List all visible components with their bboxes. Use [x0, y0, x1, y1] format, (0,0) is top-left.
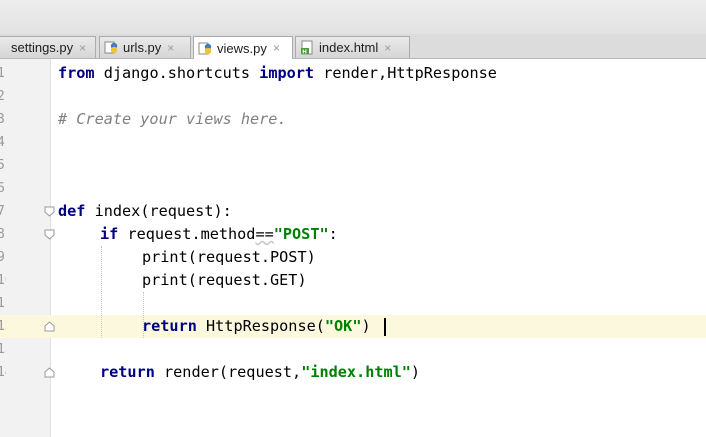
- keyword: from: [58, 64, 95, 82]
- line-number: 5: [0, 158, 5, 173]
- close-icon[interactable]: ×: [79, 41, 86, 55]
- line-number: 12: [0, 319, 6, 334]
- line-number: 9: [0, 250, 5, 265]
- tab-label: settings.py: [11, 40, 74, 55]
- indent-guide: [101, 246, 102, 338]
- code-line-12: return HttpResponse("OK"): [142, 315, 371, 338]
- function-name: index: [85, 202, 141, 220]
- code-line-9: print(request.POST): [142, 246, 316, 269]
- window-titlebar: [0, 0, 706, 35]
- close-icon[interactable]: ×: [167, 41, 174, 55]
- line-number: 13: [0, 342, 6, 357]
- fold-collapse-icon[interactable]: [44, 229, 55, 240]
- code-text: ): [361, 317, 371, 335]
- code-text: print(request.POST): [142, 248, 316, 266]
- close-icon[interactable]: ×: [273, 41, 280, 55]
- code-text: HttpResponse(: [196, 317, 325, 335]
- code-text: request.method: [118, 225, 256, 243]
- line-number: 8: [0, 227, 5, 242]
- text-caret: [384, 318, 386, 336]
- tab-views-py[interactable]: views.py ×: [193, 36, 293, 59]
- tab-label: views.py: [217, 40, 267, 56]
- line-number: 11: [0, 296, 6, 311]
- tab-urls-py[interactable]: urls.py ×: [99, 36, 191, 58]
- code-editor[interactable]: 1 2 3 4 5 6 7 8 9 10 11 12 13 14 from dj…: [0, 59, 706, 437]
- svg-text:H: H: [302, 49, 307, 55]
- line-number: 6: [0, 181, 5, 196]
- code-text: render(request,: [154, 363, 302, 381]
- code-line-14: return render(request,"index.html"): [100, 361, 420, 384]
- string-literal: "OK": [324, 317, 362, 335]
- close-icon[interactable]: ×: [384, 41, 391, 55]
- python-file-icon: [104, 41, 118, 54]
- keyword: return: [142, 317, 197, 335]
- line-number: 3: [0, 112, 5, 127]
- line-number: 7: [0, 204, 5, 219]
- keyword: def: [58, 202, 86, 220]
- tab-settings-py[interactable]: settings.py ×: [0, 36, 96, 58]
- code-line-7: def index(request):: [58, 200, 232, 223]
- code-text: django.shortcuts: [94, 64, 260, 82]
- keyword: import: [259, 64, 315, 82]
- code-text: render,HttpResponse: [314, 64, 497, 82]
- tab-index-html[interactable]: H index.html ×: [295, 36, 410, 58]
- fold-end-icon[interactable]: [44, 367, 55, 378]
- code-text: print(request.GET): [142, 271, 307, 289]
- editor-tab-bar: settings.py × urls.py × views.py × H ind…: [0, 34, 706, 59]
- tab-label: index.html: [319, 40, 379, 55]
- code-line-3: # Create your views here.: [58, 108, 287, 131]
- string-literal: "index.html": [301, 363, 411, 381]
- line-number: 10: [0, 273, 6, 288]
- keyword: return: [100, 363, 155, 381]
- line-number: 14: [0, 365, 6, 380]
- fold-collapse-icon[interactable]: [44, 206, 55, 217]
- code-text: :: [328, 225, 338, 243]
- line-number-gutter: [0, 59, 51, 437]
- line-number: 2: [0, 89, 5, 104]
- line-number: 1: [0, 66, 5, 81]
- code-line-8: if request.method=="POST":: [100, 223, 338, 246]
- code-comment: # Create your views here.: [58, 110, 287, 128]
- python-file-icon: [198, 42, 212, 54]
- code-operator: ==: [255, 225, 274, 243]
- code-text: (request):: [140, 202, 232, 220]
- code-line-10: print(request.GET): [142, 269, 307, 292]
- string-literal: "POST": [273, 225, 329, 243]
- keyword: if: [100, 225, 119, 243]
- line-number: 4: [0, 135, 5, 150]
- html-file-icon: H: [301, 40, 313, 55]
- code-text: ): [410, 363, 421, 381]
- code-line-1: from django.shortcuts import render,Http…: [58, 62, 497, 85]
- tab-label: urls.py: [123, 40, 162, 55]
- fold-end-icon[interactable]: [44, 321, 55, 332]
